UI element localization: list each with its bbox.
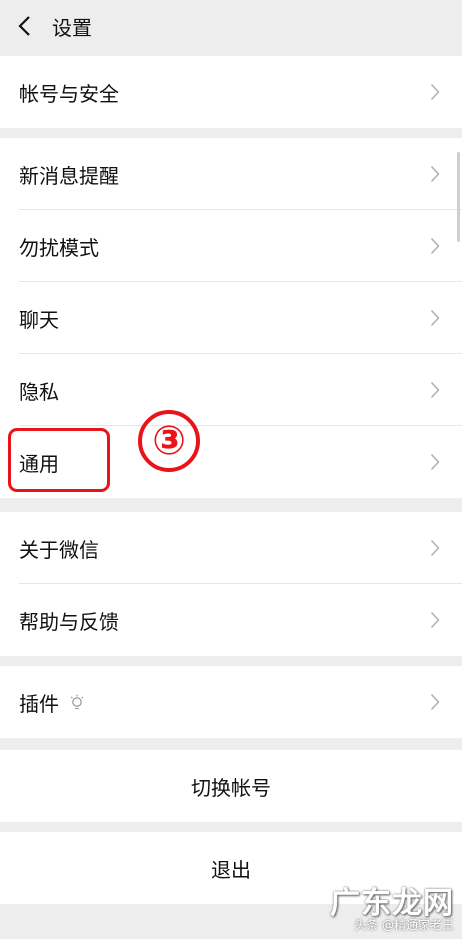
settings-item-about-wechat[interactable]: 关于微信 — [0, 512, 462, 584]
top-bar: 设置 — [0, 0, 462, 52]
settings-item-general[interactable]: 通用 — [0, 426, 462, 498]
about-group: 关于微信 帮助与反馈 — [0, 512, 462, 656]
settings-item-privacy[interactable]: 隐私 — [0, 354, 462, 426]
switch-account-button[interactable]: 切换帐号 — [0, 750, 462, 822]
settings-item-label: 勿扰模式 — [19, 235, 99, 260]
settings-item-help-feedback[interactable]: 帮助与反馈 — [0, 584, 462, 656]
chevron-right-icon — [430, 165, 440, 183]
watermark: 广东龙网 头条 @精通家老王 — [330, 878, 454, 933]
main-settings-group: 新消息提醒 勿扰模式 聊天 隐私 通用 — [0, 138, 462, 498]
back-button[interactable] — [2, 0, 46, 52]
settings-item-label: 帐号与安全 — [19, 81, 119, 106]
settings-item-chat[interactable]: 聊天 — [0, 282, 462, 354]
chevron-right-icon — [430, 237, 440, 255]
settings-item-label: 新消息提醒 — [19, 163, 119, 188]
chevron-right-icon — [430, 83, 440, 101]
scrollbar-thumb[interactable] — [457, 152, 460, 242]
chevron-right-icon — [430, 381, 440, 399]
chevron-left-icon — [18, 16, 30, 36]
settings-item-label: 通用 — [19, 451, 59, 476]
settings-item-new-message-alerts[interactable]: 新消息提醒 — [0, 138, 462, 210]
switch-account-group: 切换帐号 — [0, 750, 462, 822]
settings-item-plugins[interactable]: 插件 — [0, 666, 462, 738]
settings-item-label: 插件 — [19, 691, 59, 716]
settings-item-label: 帮助与反馈 — [19, 609, 119, 634]
plugins-group: 插件 — [0, 666, 462, 738]
chevron-right-icon — [430, 309, 440, 327]
chevron-right-icon — [430, 539, 440, 557]
settings-item-do-not-disturb[interactable]: 勿扰模式 — [0, 210, 462, 282]
lightbulb-icon — [70, 694, 84, 710]
chevron-right-icon — [430, 611, 440, 629]
settings-item-account-security[interactable]: 帐号与安全 — [0, 56, 462, 128]
chevron-right-icon — [430, 693, 440, 711]
account-group: 帐号与安全 — [0, 56, 462, 128]
chevron-right-icon — [430, 453, 440, 471]
page-title: 设置 — [52, 15, 92, 40]
settings-item-label: 隐私 — [19, 379, 59, 404]
settings-item-label: 聊天 — [19, 307, 59, 332]
settings-item-label: 关于微信 — [19, 537, 99, 562]
